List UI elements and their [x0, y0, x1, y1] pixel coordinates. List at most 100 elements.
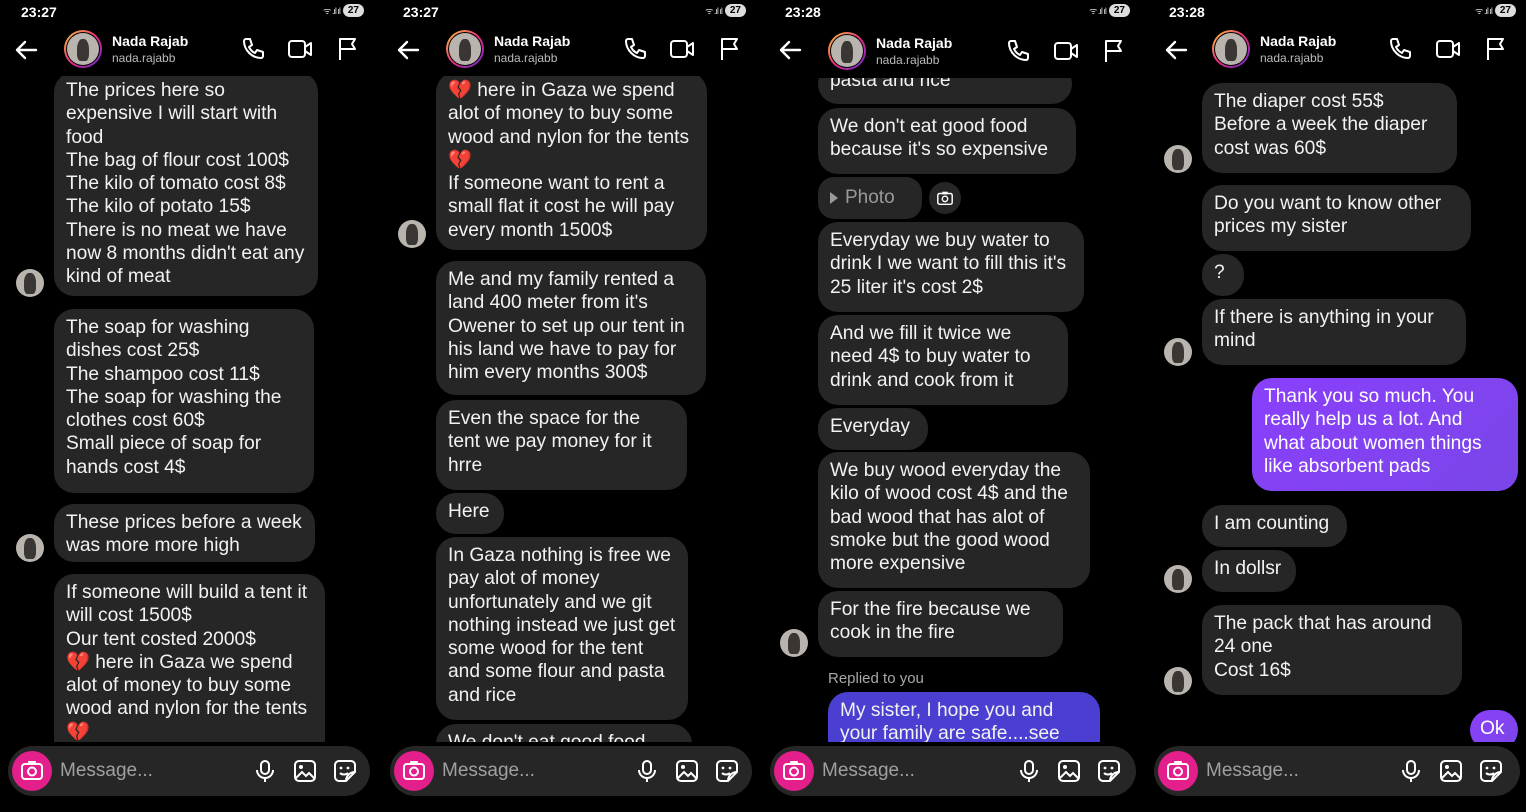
battery-level: 27: [342, 4, 364, 17]
camera-icon: [783, 761, 805, 780]
photo-attachment[interactable]: Photo: [818, 177, 922, 219]
message-bubble: And we fill it twice we need 4$ to buy w…: [818, 315, 1068, 405]
message-thread[interactable]: pasta and rice We don't eat good food be…: [764, 78, 1144, 742]
back-arrow-icon[interactable]: [10, 34, 42, 66]
battery-level: 27: [1494, 4, 1516, 17]
contact-username: nada.rajabb: [494, 51, 558, 65]
microphone-icon[interactable]: [634, 758, 660, 784]
chat-panel-4: 23:28 ᯤ .ıl ıl 27 Nada Rajab nada.rajabb…: [1148, 0, 1526, 812]
play-icon: [830, 192, 838, 204]
sticker-icon[interactable]: [332, 758, 358, 784]
microphone-icon[interactable]: [1398, 758, 1424, 784]
video-camera-icon[interactable]: [1434, 35, 1462, 63]
message-thread[interactable]: The prices here so expensive I will star…: [0, 76, 378, 742]
flag-icon[interactable]: [1100, 37, 1128, 65]
sticker-icon[interactable]: [1096, 758, 1122, 784]
message-bubble: In Gaza nothing is free we pay alot of m…: [436, 537, 688, 720]
contact-name[interactable]: Nada Rajab: [112, 33, 188, 49]
back-arrow-icon[interactable]: [392, 34, 424, 66]
image-icon[interactable]: [292, 758, 318, 784]
message-composer: [8, 746, 370, 796]
image-icon[interactable]: [1056, 758, 1082, 784]
message-bubble: We don't eat good food because it's so e…: [818, 108, 1076, 174]
microphone-icon[interactable]: [1016, 758, 1042, 784]
back-arrow-icon[interactable]: [1160, 34, 1192, 66]
contact-username: nada.rajabb: [876, 53, 940, 67]
image-icon[interactable]: [1438, 758, 1464, 784]
message-bubble: For the fire because we cook in the fire: [818, 591, 1063, 657]
message-bubble: If there is anything in your mind: [1202, 299, 1466, 365]
message-bubble: In dollsr: [1202, 550, 1296, 592]
message-bubble: We don't eat good food: [436, 724, 692, 742]
message-bubble: The pack that has around 24 one Cost 16$: [1202, 605, 1462, 695]
signal-icon: ᯤ .ıl ıl: [1089, 6, 1107, 16]
status-bar: 23:27 ᯤ .ıl ıl 27: [382, 0, 760, 26]
message-bubble: Here: [436, 493, 504, 534]
message-bubble: The prices here so expensive I will star…: [54, 76, 318, 296]
sent-message-bubble: Thank you so much. You really help us a …: [1252, 378, 1518, 491]
camera-button[interactable]: [394, 751, 434, 791]
sender-avatar: [16, 269, 44, 297]
flag-icon[interactable]: [334, 35, 362, 63]
flag-icon[interactable]: [1482, 35, 1510, 63]
contact-name[interactable]: Nada Rajab: [494, 33, 570, 49]
signal-icon: ᯤ .ıl ıl: [1475, 6, 1493, 16]
message-bubble: We buy wood everyday the kilo of wood co…: [818, 452, 1090, 588]
status-bar: 23:27 ᯤ .ıl ıl 27: [0, 0, 378, 26]
sender-avatar: [1164, 338, 1192, 366]
message-thread[interactable]: 💔 here in Gaza we spend alot of money to…: [382, 76, 760, 742]
sticker-icon[interactable]: [714, 758, 740, 784]
message-input[interactable]: [60, 755, 240, 787]
camera-icon: [1167, 761, 1189, 780]
avatar[interactable]: [1212, 30, 1250, 68]
avatar[interactable]: [64, 30, 102, 68]
back-arrow-icon[interactable]: [774, 34, 806, 66]
message-bubble: 💔 here in Gaza we spend alot of money to…: [436, 76, 707, 250]
camera-button[interactable]: [1158, 751, 1198, 791]
camera-icon: [21, 761, 43, 780]
contact-name[interactable]: Nada Rajab: [1260, 33, 1336, 49]
sender-avatar: [1164, 145, 1192, 173]
message-composer: [390, 746, 752, 796]
camera-button[interactable]: [12, 751, 52, 791]
phone-icon[interactable]: [1386, 35, 1414, 63]
message-input[interactable]: [1206, 755, 1386, 787]
avatar[interactable]: [446, 30, 484, 68]
status-bar: 23:28 ᯤ .ıl ıl 27: [1148, 0, 1526, 26]
contact-username: nada.rajabb: [112, 51, 176, 65]
phone-icon[interactable]: [1004, 37, 1032, 65]
message-bubble: ?: [1202, 254, 1244, 296]
message-thread[interactable]: The diaper cost 55$ Before a week the di…: [1148, 76, 1526, 742]
chat-header: Nada Rajab nada.rajabb: [0, 26, 378, 76]
sender-avatar: [780, 629, 808, 657]
contact-name[interactable]: Nada Rajab: [876, 35, 952, 51]
message-input[interactable]: [442, 755, 622, 787]
contact-username: nada.rajabb: [1260, 51, 1324, 65]
video-camera-icon[interactable]: [286, 35, 314, 63]
sender-avatar: [398, 220, 426, 248]
phone-icon[interactable]: [239, 35, 267, 63]
sticker-icon[interactable]: [1478, 758, 1504, 784]
message-bubble: If someone will build a tent it will cos…: [54, 574, 325, 742]
camera-button[interactable]: [774, 751, 814, 791]
photo-label: Photo: [845, 187, 895, 208]
message-bubble: Everyday: [818, 408, 928, 450]
status-time: 23:27: [21, 4, 57, 20]
chat-panel-3: 23:28 ᯤ .ıl ıl 27 Nada Rajab nada.rajabb…: [764, 0, 1144, 812]
message-input[interactable]: [822, 755, 1002, 787]
status-icons: ᯤ .ıl ıl 27: [323, 4, 364, 17]
image-icon[interactable]: [674, 758, 700, 784]
microphone-icon[interactable]: [252, 758, 278, 784]
video-camera-icon[interactable]: [668, 35, 696, 63]
message-bubble: Everyday we buy water to drink I we want…: [818, 222, 1084, 312]
chat-header: Nada Rajab nada.rajabb: [764, 26, 1144, 76]
camera-icon: [403, 761, 425, 780]
view-photo-button[interactable]: [929, 182, 961, 214]
quoted-message[interactable]: My sister, I hope you and your family ar…: [828, 692, 1100, 742]
flag-icon[interactable]: [716, 35, 744, 63]
avatar[interactable]: [828, 32, 866, 70]
chat-header: Nada Rajab nada.rajabb: [382, 26, 760, 76]
status-time: 23:27: [403, 4, 439, 20]
video-camera-icon[interactable]: [1052, 37, 1080, 65]
phone-icon[interactable]: [621, 35, 649, 63]
